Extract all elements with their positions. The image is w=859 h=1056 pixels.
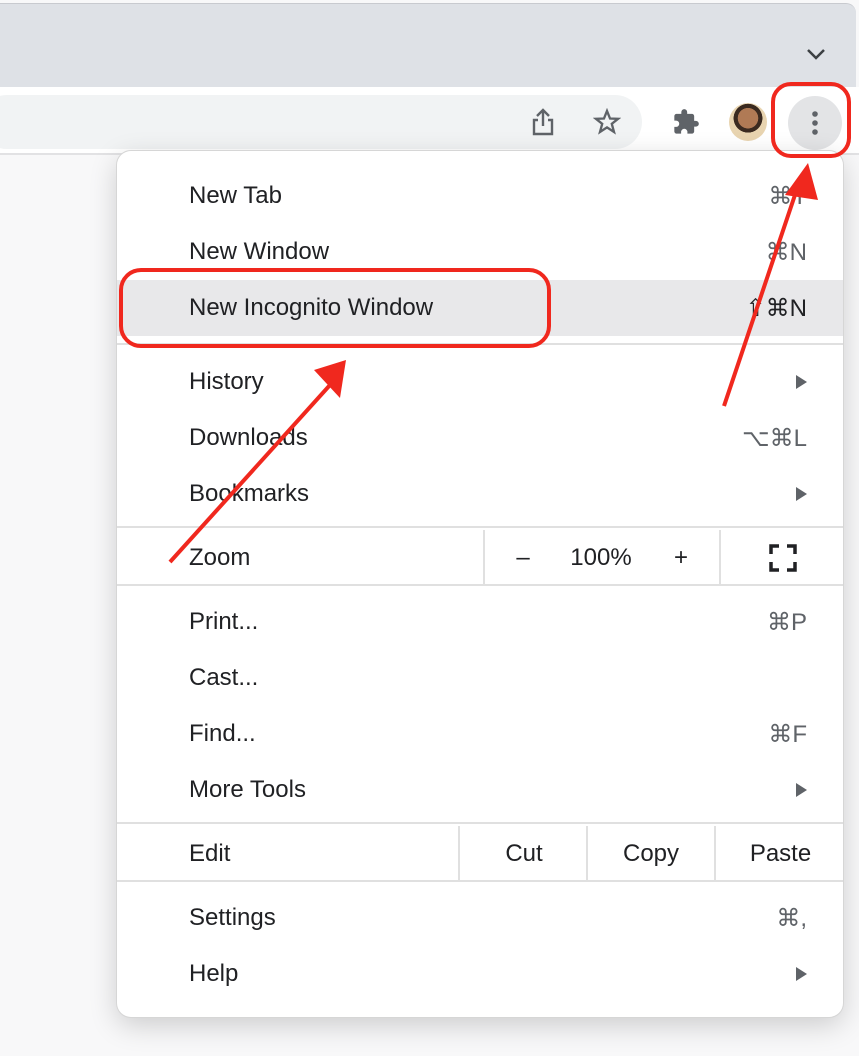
zoom-in-button[interactable]: + [643,530,719,586]
tab-strip [0,3,856,88]
menu-item-label: Find... [189,720,256,747]
avatar[interactable] [729,103,767,141]
menu-item-find[interactable]: Find... ⌘F [117,706,843,762]
menu-item-shortcut: ⌥⌘L [741,424,807,452]
submenu-arrow-icon [796,783,807,797]
extensions-button[interactable] [666,102,706,142]
menu-item-label: Cast... [189,664,259,691]
bookmark-button[interactable] [587,102,627,142]
zoom-level: 100% [559,530,643,586]
cut-label: Cut [505,840,543,867]
toolbar [0,87,859,153]
menu-item-history[interactable]: History [117,354,843,410]
menu-item-label: Help [189,960,239,987]
menu-item-shortcut: ⌘P [766,608,807,636]
submenu-arrow-icon [796,375,807,389]
zoom-out-label: – [516,544,530,571]
menu-item-label: New Tab [189,182,282,209]
star-icon [593,108,621,135]
menu-item-print[interactable]: Print... ⌘P [117,594,843,650]
menu-item-label: Settings [189,904,276,931]
menu-item-more-tools[interactable]: More Tools [117,762,843,818]
menu-separator [117,584,843,586]
share-button[interactable] [523,102,563,142]
menu-item-shortcut: ⌘N [765,238,807,266]
menu-item-cast[interactable]: Cast... [117,650,843,706]
vertical-dots-icon [812,111,818,135]
chevron-down-icon [807,49,825,60]
menu-item-new-tab[interactable]: New Tab ⌘T [117,168,843,224]
menu-item-label: Bookmarks [189,480,310,507]
omnibox[interactable] [0,95,642,149]
edit-label: Edit [189,840,231,867]
menu-item-settings[interactable]: Settings ⌘, [117,890,843,946]
menu-separator [117,880,843,882]
menu-item-shortcut: ⌘T [768,182,807,210]
tab-search-button[interactable] [804,42,828,66]
menu-separator [117,343,843,345]
submenu-arrow-icon [796,487,807,501]
menu-item-new-incognito-window[interactable]: New Incognito Window ⇧⌘N [117,280,843,336]
zoom-in-label: + [673,544,688,571]
fullscreen-button[interactable] [719,530,845,586]
menu-item-label: New Incognito Window [189,294,434,321]
menu-item-help[interactable]: Help [117,946,843,1002]
zoom-row: Zoom – 100% + [117,530,843,586]
edit-row: Edit Cut Copy Paste [117,826,843,882]
puzzle-icon [674,109,699,134]
copy-button[interactable]: Copy [586,826,714,882]
paste-label: Paste [749,840,812,867]
menu-separator [117,526,843,528]
zoom-out-button[interactable]: – [483,530,561,586]
copy-label: Copy [622,840,680,867]
menu-separator [117,822,843,824]
share-icon [532,108,554,136]
zoom-label: Zoom [189,544,251,571]
menu-item-shortcut: ⌘, [776,904,807,932]
cut-button[interactable]: Cut [458,826,588,882]
paste-button[interactable]: Paste [714,826,845,882]
menu-item-label: Downloads [189,424,308,451]
menu-item-label: History [189,368,264,395]
chrome-menu: New Tab ⌘T New Window ⌘N New Incognito W… [117,151,843,1017]
submenu-arrow-icon [796,967,807,981]
menu-item-shortcut: ⌘F [768,720,807,748]
fullscreen-icon [769,544,797,572]
menu-item-downloads[interactable]: Downloads ⌥⌘L [117,410,843,466]
menu-item-new-window[interactable]: New Window ⌘N [117,224,843,280]
menu-item-label: More Tools [189,776,306,803]
menu-item-bookmarks[interactable]: Bookmarks [117,466,843,522]
zoom-value: 100% [570,544,632,571]
menu-item-label: Print... [189,608,259,635]
menu-item-label: New Window [189,238,330,265]
menu-item-shortcut: ⇧⌘N [745,294,807,322]
menu-button[interactable] [788,96,842,150]
